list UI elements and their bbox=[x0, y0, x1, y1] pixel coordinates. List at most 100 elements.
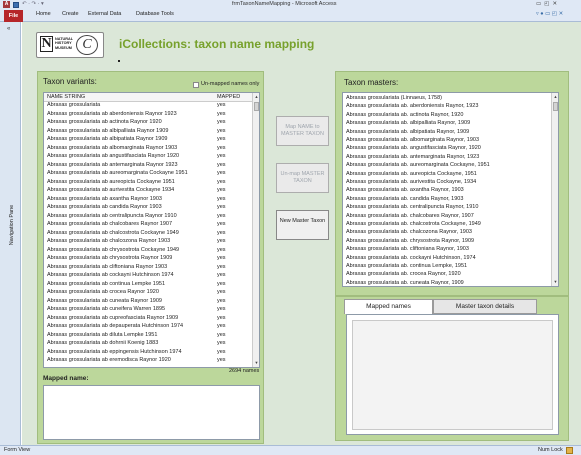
variant-row-mapped[interactable]: yes bbox=[217, 170, 226, 178]
variant-row-mapped[interactable]: yes bbox=[217, 187, 226, 195]
mapped-name-box[interactable] bbox=[43, 385, 260, 440]
variant-row-mapped[interactable]: yes bbox=[217, 264, 226, 272]
window-controls[interactable]: ▭ ◰ ✕ bbox=[536, 0, 557, 9]
variant-row-name[interactable]: Abraxas grossulariata ab cuneata Raynor … bbox=[47, 298, 162, 306]
variant-row-name[interactable]: Abraxas grossulariata ab crocea Raynor 1… bbox=[47, 289, 159, 297]
master-row[interactable]: Abraxas grossulariata ab. angustifasciat… bbox=[346, 145, 481, 153]
variant-row-name[interactable]: Abraxas grossulariata ab chrysostrota Co… bbox=[47, 247, 179, 255]
variant-row-mapped[interactable]: yes bbox=[217, 111, 226, 119]
map-name-to-master-button[interactable]: Map NAME to MASTER TAXON bbox=[276, 116, 329, 146]
taxon-variants-list[interactable]: NAME STRING MAPPED Abraxas grossulariata… bbox=[43, 92, 260, 368]
variants-scrollbar[interactable]: ▲ ▼ bbox=[252, 93, 259, 367]
variant-row-name[interactable]: Abraxas grossulariata ab cupreofasciata … bbox=[47, 315, 178, 323]
master-row[interactable]: Abraxas grossulariata ab. albipatiata Ra… bbox=[346, 129, 469, 137]
master-row[interactable]: Abraxas grossulariata ab. continua Lempk… bbox=[346, 263, 467, 271]
variant-row-name[interactable]: Abraxas grossulariata ab cliftoniana Ray… bbox=[47, 264, 167, 272]
variant-row-name[interactable]: Abraxas grossulariata ab continua Lempke… bbox=[47, 281, 165, 289]
undo-icon[interactable]: ↶ · ↷ · ▾ bbox=[22, 0, 44, 9]
variant-row-name[interactable]: Abraxas grossulariata ab aberdoniensis R… bbox=[47, 111, 177, 119]
nav-pane-chevron-icon[interactable]: « bbox=[7, 26, 10, 32]
master-row[interactable]: Abraxas grossulariata ab. aureomarginata… bbox=[346, 162, 490, 170]
master-row[interactable]: Abraxas grossulariata ab. chrysostrota R… bbox=[346, 238, 474, 246]
variant-row-mapped[interactable]: yes bbox=[217, 221, 226, 229]
variant-row-mapped[interactable]: yes bbox=[217, 247, 226, 255]
variant-row-name[interactable]: Abraxas grossulariata ab chalcozona Rayn… bbox=[47, 238, 170, 246]
unmapped-only-checkbox[interactable] bbox=[193, 82, 199, 88]
variant-row-name[interactable]: Abraxas grossulariata ab dohrnii Koenig … bbox=[47, 340, 158, 348]
variant-row-name[interactable]: Abraxas grossulariata ab candida Raynor … bbox=[47, 204, 162, 212]
master-row[interactable]: Abraxas grossulariata (Linnaeus, 1758) bbox=[346, 95, 442, 103]
variant-row-name[interactable]: Abraxas grossulariata ab aurivestita Coc… bbox=[47, 187, 174, 195]
variant-row-name[interactable]: Abraxas grossulariata ab aureopicta Cock… bbox=[47, 179, 175, 187]
master-row[interactable]: Abraxas grossulariata ab. chalcostrota C… bbox=[346, 221, 481, 229]
variant-row-name[interactable]: Abraxas grossulariata ab chrysostrota Ra… bbox=[47, 255, 172, 263]
variant-row-mapped[interactable]: yes bbox=[217, 315, 226, 323]
taxon-masters-list[interactable]: Abraxas grossulariata (Linnaeus, 1758) Ab… bbox=[342, 92, 559, 287]
tab-mapped-names[interactable]: Mapped names bbox=[344, 299, 433, 314]
variant-row-mapped[interactable]: yes bbox=[217, 119, 226, 127]
tab-file[interactable]: File bbox=[4, 10, 23, 22]
variant-row-mapped[interactable]: yes bbox=[217, 162, 226, 170]
variant-row-mapped[interactable]: yes bbox=[217, 323, 226, 331]
variant-row-mapped[interactable]: yes bbox=[217, 340, 226, 348]
variant-row-mapped[interactable]: yes bbox=[217, 306, 226, 314]
tab-master-taxon-details[interactable]: Master taxon details bbox=[433, 299, 537, 314]
variant-row-name[interactable]: Abraxas grossulariata ab angustifasciata… bbox=[47, 153, 179, 161]
master-row[interactable]: Abraxas grossulariata ab. chalcozona Ray… bbox=[346, 229, 472, 237]
master-row[interactable]: Abraxas grossulariata ab. albipalliata R… bbox=[346, 120, 470, 128]
variant-row-mapped[interactable]: yes bbox=[217, 204, 226, 212]
variant-row-name[interactable]: Abraxas grossulariata ab centralipuncta … bbox=[47, 213, 177, 221]
variant-row-name[interactable]: Abraxas grossulariata bbox=[47, 102, 100, 110]
variant-row-mapped[interactable]: yes bbox=[217, 281, 226, 289]
master-row[interactable]: Abraxas grossulariata ab. antemarginata … bbox=[346, 154, 479, 162]
variant-row-mapped[interactable]: yes bbox=[217, 179, 226, 187]
masters-scrollbar[interactable]: ▲ ▼ bbox=[551, 93, 558, 286]
scroll-up-icon[interactable]: ▲ bbox=[253, 94, 259, 99]
variant-row-mapped[interactable]: yes bbox=[217, 145, 226, 153]
master-row[interactable]: Abraxas grossulariata ab. actinota Rayno… bbox=[346, 112, 463, 120]
masters-scroll-thumb[interactable] bbox=[553, 102, 558, 111]
col-header-mapped[interactable]: MAPPED bbox=[217, 94, 240, 102]
variant-row-name[interactable]: Abraxas grossulariata ab albomarginata R… bbox=[47, 145, 177, 153]
form-view-icon[interactable] bbox=[566, 447, 573, 454]
master-row[interactable]: Abraxas grossulariata ab. albomarginata … bbox=[346, 137, 479, 145]
variant-row-name[interactable]: Abraxas grossulariata ab albipatiata Ray… bbox=[47, 136, 167, 144]
master-row[interactable]: Abraxas grossulariata ab. cuneata Raynor… bbox=[346, 280, 464, 286]
new-master-taxon-button[interactable]: New Master Taxon bbox=[276, 210, 329, 240]
master-row[interactable]: Abraxas grossulariata ab. aureopicta Coc… bbox=[346, 171, 477, 179]
variant-row-name[interactable]: Abraxas grossulariata ab cockayni Hutchi… bbox=[47, 272, 174, 280]
col-header-name-string[interactable]: NAME STRING bbox=[47, 94, 85, 102]
variant-row-name[interactable]: Abraxas grossulariata ab aureomarginata … bbox=[47, 170, 188, 178]
masters-scroll-down-icon[interactable]: ▼ bbox=[552, 279, 558, 284]
master-row[interactable]: Abraxas grossulariata ab. cliftoniana Ra… bbox=[346, 246, 469, 254]
variant-row-name[interactable]: Abraxas grossulariata ab depauperata Hut… bbox=[47, 323, 183, 331]
variant-row-mapped[interactable]: yes bbox=[217, 136, 226, 144]
variant-row-mapped[interactable]: yes bbox=[217, 349, 226, 357]
unmap-master-button[interactable]: Un-map MASTER TAXON bbox=[276, 163, 329, 193]
variant-row-mapped[interactable]: yes bbox=[217, 213, 226, 221]
scroll-down-icon[interactable]: ▼ bbox=[253, 360, 259, 365]
master-row[interactable]: Abraxas grossulariata ab. crocea Raynor,… bbox=[346, 271, 461, 279]
tab-create[interactable]: Create bbox=[62, 11, 79, 17]
variant-row-name[interactable]: Abraxas grossulariata ab axantha Raynor … bbox=[47, 196, 162, 204]
master-row[interactable]: Abraxas grossulariata ab. centralipuncta… bbox=[346, 204, 478, 212]
variant-row-mapped[interactable]: yes bbox=[217, 102, 226, 110]
variant-row-mapped[interactable]: yes bbox=[217, 238, 226, 246]
master-row[interactable]: Abraxas grossulariata ab. axantha Raynor… bbox=[346, 187, 464, 195]
variant-row-name[interactable]: Abraxas grossulariata ab albipalliata Ra… bbox=[47, 128, 168, 136]
variant-row-mapped[interactable]: yes bbox=[217, 255, 226, 263]
ribbon-right-icons[interactable]: ▿ ● ▭ ◰ ✕ bbox=[536, 11, 563, 17]
masters-scroll-up-icon[interactable]: ▲ bbox=[552, 94, 558, 99]
variant-row-name[interactable]: Abraxas grossulariata ab eppingensis Hut… bbox=[47, 349, 182, 357]
variant-row-mapped[interactable]: yes bbox=[217, 357, 226, 365]
master-row[interactable]: Abraxas grossulariata ab. aberdoniensis … bbox=[346, 103, 478, 111]
variant-row-name[interactable]: Abraxas grossulariata ab actinota Raynor… bbox=[47, 119, 162, 127]
tab-home[interactable]: Home bbox=[36, 11, 51, 17]
mapped-names-list[interactable] bbox=[352, 320, 553, 430]
master-row[interactable]: Abraxas grossulariata ab. candida Raynor… bbox=[346, 196, 463, 204]
tab-database-tools[interactable]: Database Tools bbox=[136, 11, 174, 17]
scroll-thumb[interactable] bbox=[254, 102, 259, 111]
variant-row-name[interactable]: Abraxas grossulariata ab antemarginata R… bbox=[47, 162, 178, 170]
master-row[interactable]: Abraxas grossulariata ab. chalcobares Ra… bbox=[346, 213, 474, 221]
variant-row-mapped[interactable]: yes bbox=[217, 230, 226, 238]
